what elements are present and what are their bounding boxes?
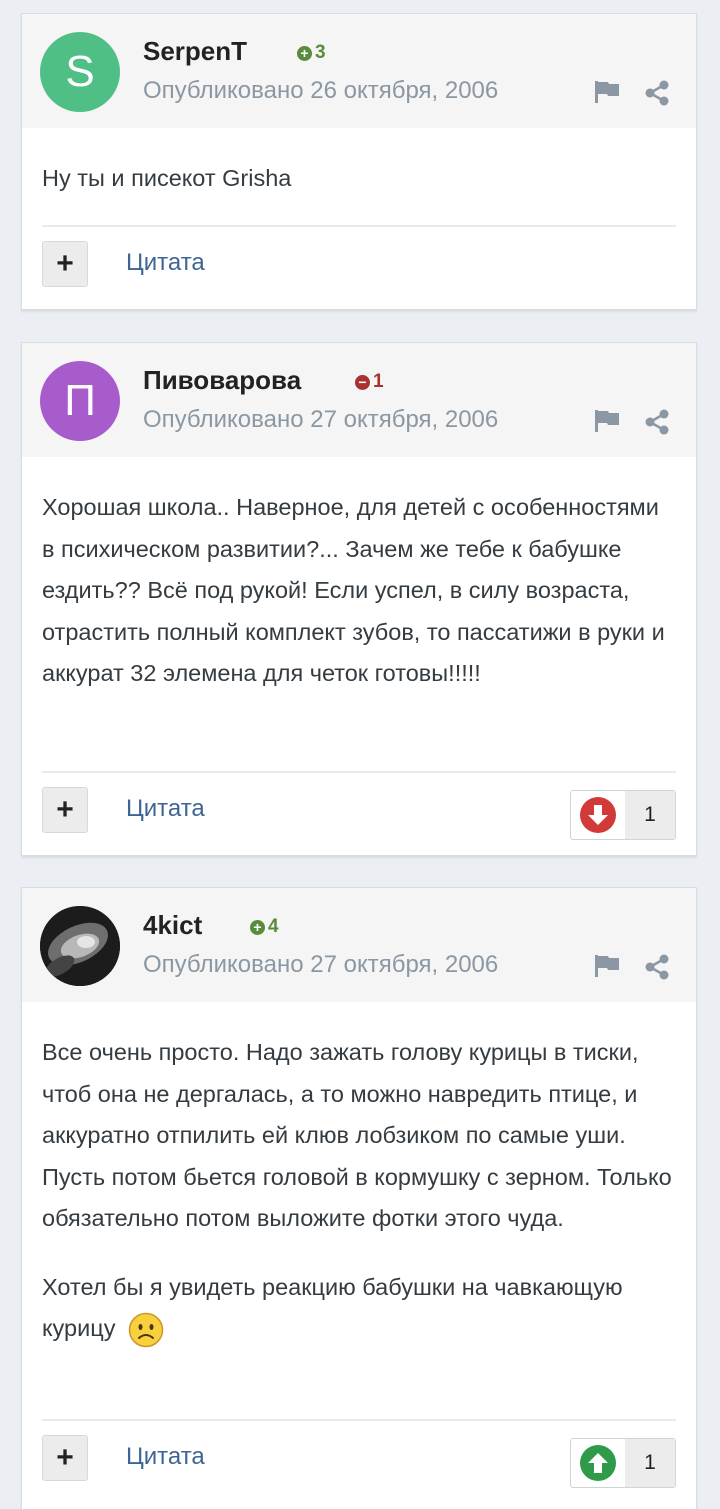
- post-serpent: S SerpenT + 3 Опубликовано 26 октября, 2…: [21, 13, 697, 310]
- sad-emoji-icon: [128, 1312, 164, 1348]
- post-footer: + Цитата: [42, 225, 676, 309]
- quote-button[interactable]: Цитата: [126, 1443, 205, 1471]
- plus-button[interactable]: +: [42, 787, 88, 833]
- post-paragraph: Хотел бы я увидеть реакцию бабушки на ча…: [42, 1267, 676, 1350]
- post-content: Ну ты и писекот Grisha: [22, 128, 696, 200]
- post-header: S SerpenT + 3 Опубликовано 26 октября, 2…: [22, 14, 696, 128]
- author-name[interactable]: 4kict: [143, 910, 202, 941]
- avatar[interactable]: П: [40, 361, 120, 441]
- post-paragraph: Все очень просто. Надо зажать голову кур…: [42, 1039, 672, 1231]
- post-footer: + Цитата 1: [42, 1419, 676, 1503]
- post-content: Все очень просто. Надо зажать голову кур…: [22, 1002, 696, 1350]
- reputation-value: 4: [268, 916, 279, 937]
- post-date[interactable]: Опубликовано 27 октября, 2006: [143, 406, 498, 434]
- author-name[interactable]: SerpenT: [143, 36, 247, 67]
- vote-count: 1: [625, 791, 675, 839]
- vote-count: 1: [625, 1439, 675, 1487]
- vote-down-button[interactable]: [571, 791, 625, 839]
- plus-circle-icon: +: [250, 919, 265, 935]
- quote-button[interactable]: Цитата: [126, 795, 205, 823]
- reputation-value: 3: [315, 42, 326, 63]
- flag-icon[interactable]: [594, 80, 620, 104]
- avatar-letter: П: [64, 376, 96, 425]
- quote-button[interactable]: Цитата: [126, 249, 205, 277]
- flag-icon[interactable]: [594, 954, 620, 978]
- avatar-image: [40, 906, 120, 986]
- post-content: Хорошая школа.. Наверное, для детей с ос…: [22, 457, 696, 695]
- reputation-badge[interactable]: − 1: [355, 371, 384, 393]
- minus-circle-icon: −: [355, 374, 370, 390]
- reaction-counter[interactable]: 1: [570, 790, 676, 840]
- share-icon[interactable]: [644, 409, 670, 435]
- avatar[interactable]: S: [40, 32, 120, 112]
- plus-circle-icon: +: [297, 45, 312, 61]
- reaction-counter[interactable]: 1: [570, 1438, 676, 1488]
- plus-button[interactable]: +: [42, 241, 88, 287]
- post-paragraph: Ну ты и писекот Grisha: [42, 165, 292, 191]
- post-date[interactable]: Опубликовано 27 октября, 2006: [143, 951, 498, 979]
- reputation-badge[interactable]: + 3: [297, 42, 326, 64]
- post-pivovarova: П Пивоварова − 1 Опубликовано 27 октября…: [21, 342, 697, 856]
- post-paragraph: Хорошая школа.. Наверное, для детей с ос…: [42, 494, 665, 686]
- plus-icon: +: [56, 793, 74, 826]
- vote-down-icon: [580, 797, 616, 833]
- vote-up-icon: [580, 1445, 616, 1481]
- share-icon[interactable]: [644, 80, 670, 106]
- author-name[interactable]: Пивоварова: [143, 365, 301, 396]
- avatar-letter: S: [65, 47, 95, 96]
- share-icon[interactable]: [644, 954, 670, 980]
- post-header: П Пивоварова − 1 Опубликовано 27 октября…: [22, 343, 696, 457]
- post-footer: + Цитата 1: [42, 771, 676, 855]
- reputation-badge[interactable]: + 4: [250, 916, 279, 938]
- post-date[interactable]: Опубликовано 26 октября, 2006: [143, 77, 498, 105]
- avatar[interactable]: [40, 906, 120, 986]
- plus-icon: +: [56, 247, 74, 280]
- reputation-value: 1: [373, 371, 384, 392]
- plus-button[interactable]: +: [42, 1435, 88, 1481]
- post-4kict: 4kict + 4 Опубликовано 27 октября, 2006 …: [21, 887, 697, 1509]
- post-header: 4kict + 4 Опубликовано 27 октября, 2006: [22, 888, 696, 1002]
- flag-icon[interactable]: [594, 409, 620, 433]
- vote-up-button[interactable]: [571, 1439, 625, 1487]
- plus-icon: +: [56, 1441, 74, 1474]
